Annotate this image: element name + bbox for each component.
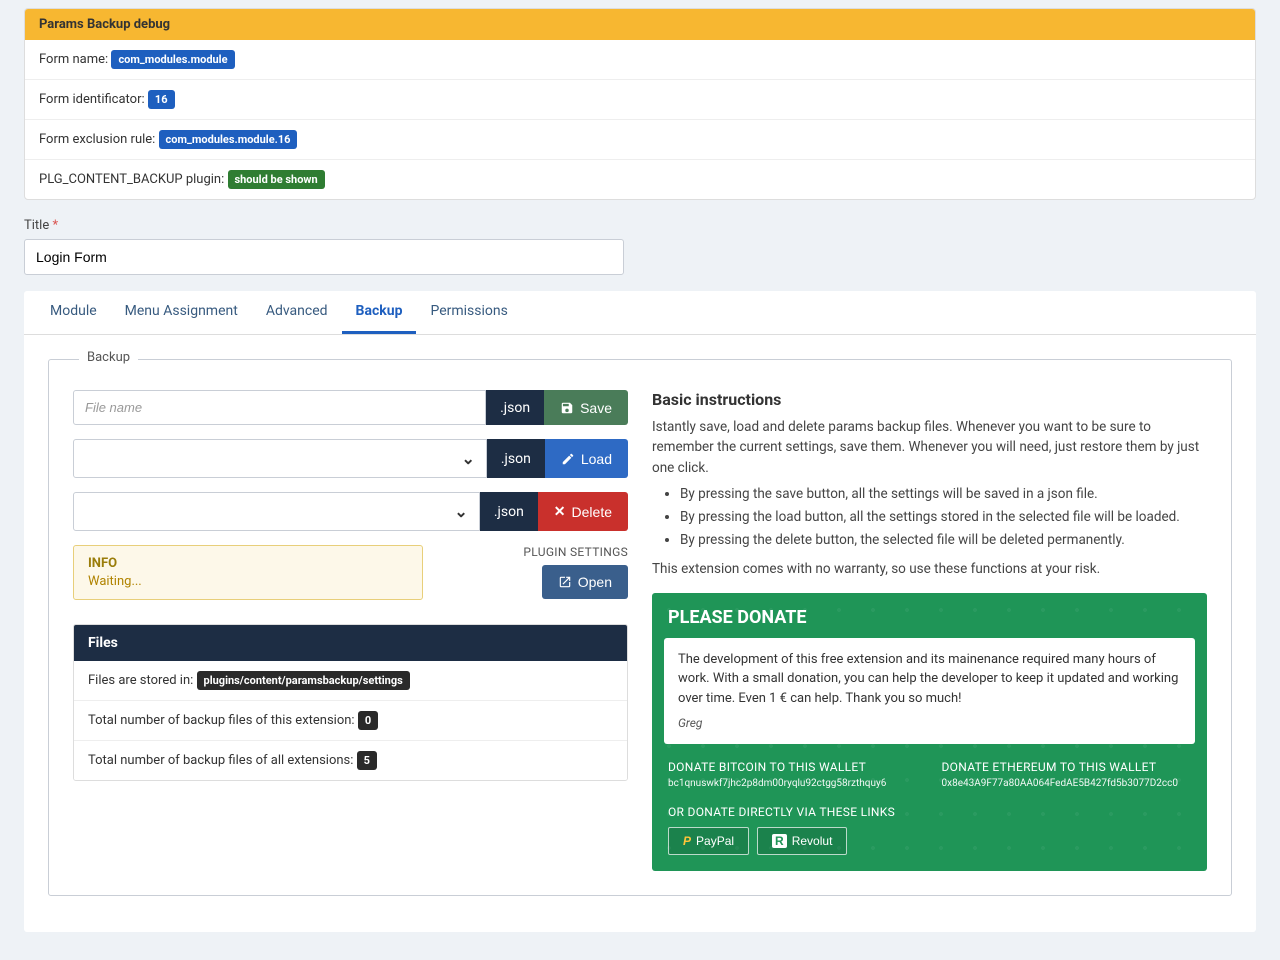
settings-side: PLUGIN SETTINGS Open: [523, 545, 628, 599]
tabs-container: Module Menu Assignment Advanced Backup P…: [24, 291, 1256, 932]
files-stored-path: plugins/content/paramsbackup/settings: [197, 671, 410, 690]
eth-address: 0x8e43A9F77a80AA064FedAE5B427fd5b3077D2c…: [942, 778, 1192, 789]
load-row: ⌄ .json Load: [73, 439, 628, 478]
exclusion-value: com_modules.module.16: [159, 130, 298, 149]
btc-address: bc1qnuswkf7jhc2p8dm00ryqlu92ctgg58rzthqu…: [668, 778, 918, 789]
btc-wallet: DONATE BITCOIN TO THIS WALLET bc1qnuswkf…: [668, 760, 918, 789]
title-input[interactable]: [24, 239, 624, 275]
donate-title: PLEASE DONATE: [652, 593, 1207, 638]
tab-menu-assignment[interactable]: Menu Assignment: [111, 291, 252, 334]
form-id-label: Form identificator:: [39, 92, 145, 107]
filename-input[interactable]: [73, 390, 486, 425]
tab-module[interactable]: Module: [36, 291, 111, 334]
ext-json-load: .json: [487, 439, 545, 478]
title-label: Title *: [24, 218, 1256, 233]
files-all-row: Total number of backup files of all exte…: [74, 741, 627, 780]
files-stored-row: Files are stored in: plugins/content/par…: [74, 661, 627, 701]
eth-wallet: DONATE ETHEREUM TO THIS WALLET 0x8e43A9F…: [942, 760, 1192, 789]
plugin-label: PLG_CONTENT_BACKUP plugin:: [39, 172, 224, 187]
debug-row-form-id: Form identificator: 16: [25, 80, 1255, 120]
instructions-heading: Basic instructions: [652, 390, 1207, 409]
form-id-value: 16: [148, 90, 175, 109]
tab-backup-content: Backup .json Save: [24, 335, 1256, 932]
files-this-row: Total number of backup files of this ext…: [74, 701, 627, 741]
delete-select[interactable]: ⌄: [73, 492, 480, 531]
open-settings-button[interactable]: Open: [542, 565, 628, 599]
delete-row: ⌄ .json ✕ Delete: [73, 492, 628, 531]
save-icon: [560, 401, 574, 415]
donate-signature: Greg: [678, 714, 1181, 732]
debug-row-exclusion: Form exclusion rule: com_modules.module.…: [25, 120, 1255, 160]
save-row: .json Save: [73, 390, 628, 425]
revolut-button[interactable]: R Revolut: [757, 827, 847, 855]
external-link-icon: [558, 575, 572, 589]
save-button[interactable]: Save: [544, 390, 628, 425]
plugin-value: should be shown: [228, 170, 325, 189]
backup-legend: Backup: [79, 350, 138, 365]
info-message: Waiting...: [88, 574, 408, 589]
exclusion-label: Form exclusion rule:: [39, 132, 155, 147]
revolut-icon: R: [772, 834, 787, 848]
debug-header: Params Backup debug: [25, 9, 1255, 40]
instructions-p1: Istantly save, load and delete params ba…: [652, 417, 1207, 478]
load-button[interactable]: Load: [545, 439, 628, 478]
form-name-label: Form name:: [39, 52, 108, 67]
instructions-li3: By pressing the delete button, the selec…: [680, 530, 1207, 551]
files-panel: Files Files are stored in: plugins/conte…: [73, 624, 628, 781]
files-this-count: 0: [358, 711, 378, 730]
instructions-li2: By pressing the load button, all the set…: [680, 507, 1207, 528]
tab-advanced[interactable]: Advanced: [252, 291, 342, 334]
eth-title: DONATE ETHEREUM TO THIS WALLET: [942, 760, 1192, 774]
form-name-value: com_modules.module: [111, 50, 234, 69]
donate-box: PLEASE DONATE The development of this fr…: [652, 593, 1207, 872]
load-select[interactable]: ⌄: [73, 439, 487, 478]
donate-body: The development of this free extension a…: [678, 650, 1181, 709]
ext-json-delete: .json: [480, 492, 538, 531]
files-all-count: 5: [357, 751, 377, 770]
info-box: INFO Waiting...: [73, 545, 423, 600]
chevron-down-icon: ⌄: [454, 502, 467, 521]
instructions-p2: This extension comes with no warranty, s…: [652, 559, 1207, 579]
instructions: Basic instructions Istantly save, load a…: [652, 390, 1207, 579]
tab-backup[interactable]: Backup: [342, 291, 417, 334]
files-header: Files: [74, 625, 627, 661]
debug-panel: Params Backup debug Form name: com_modul…: [24, 8, 1256, 200]
info-title: INFO: [88, 556, 408, 571]
settings-label: PLUGIN SETTINGS: [523, 545, 628, 559]
ext-json-save: .json: [486, 390, 544, 425]
chevron-down-icon: ⌄: [461, 449, 474, 468]
edit-icon: [561, 452, 575, 466]
close-icon: ✕: [554, 503, 566, 520]
debug-row-form-name: Form name: com_modules.module: [25, 40, 1255, 80]
info-settings-row: INFO Waiting... PLUGIN SETTINGS Open: [73, 545, 628, 600]
debug-row-plugin: PLG_CONTENT_BACKUP plugin: should be sho…: [25, 160, 1255, 199]
paypal-button[interactable]: P PayPal: [668, 827, 749, 855]
donate-body-box: The development of this free extension a…: [664, 638, 1195, 745]
donate-links-title: OR DONATE DIRECTLY VIA THESE LINKS: [668, 805, 1191, 819]
instructions-li1: By pressing the save button, all the set…: [680, 484, 1207, 505]
title-section: Title *: [24, 218, 1256, 275]
donate-wallets: DONATE BITCOIN TO THIS WALLET bc1qnuswkf…: [652, 756, 1207, 799]
donate-links: OR DONATE DIRECTLY VIA THESE LINKS P Pay…: [652, 799, 1207, 871]
tab-permissions[interactable]: Permissions: [416, 291, 521, 334]
delete-button[interactable]: ✕ Delete: [538, 492, 628, 531]
tabs: Module Menu Assignment Advanced Backup P…: [24, 291, 1256, 335]
backup-fieldset: Backup .json Save: [48, 359, 1232, 896]
paypal-icon: P: [683, 834, 691, 848]
btc-title: DONATE BITCOIN TO THIS WALLET: [668, 760, 918, 774]
